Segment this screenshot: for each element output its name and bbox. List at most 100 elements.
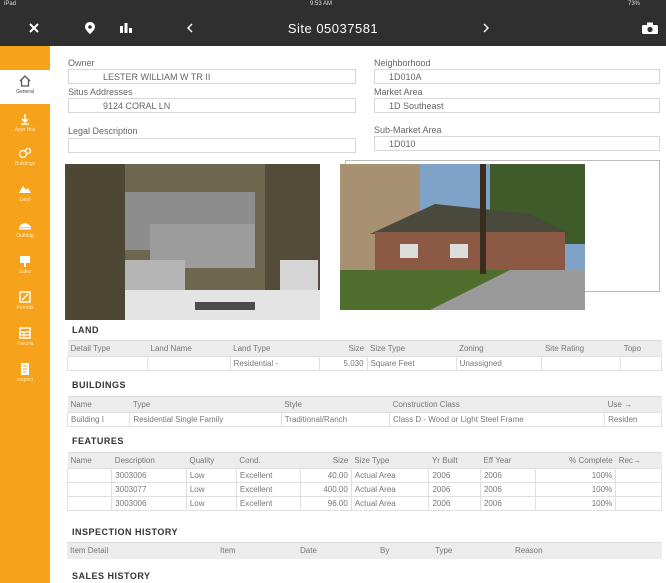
sales-icon: [20, 256, 30, 267]
map-pin-icon: [85, 22, 95, 34]
table-cell: 2006: [479, 468, 536, 483]
aerial-photo[interactable]: [65, 164, 320, 320]
column-header: % Complete: [535, 452, 616, 469]
neighborhood-field[interactable]: 1D010A: [374, 69, 660, 84]
appraisal-history-icon: [21, 114, 29, 125]
situs-address-field[interactable]: 9124 CORAL LN: [68, 98, 356, 113]
arrow-right-icon[interactable]: →: [624, 400, 632, 409]
sidebar: General Appr Hist Buildings Land Outbldg…: [0, 46, 50, 583]
column-header: Item Detail: [67, 542, 217, 559]
sub-market-area-label: Sub-Market Area: [374, 125, 442, 135]
column-header: Reason: [512, 542, 662, 559]
street-photo-image: [340, 164, 585, 310]
table-cell: 100%: [534, 482, 617, 497]
sidebar-item-label: Parcels: [16, 341, 34, 347]
table-cell: Low: [185, 496, 237, 511]
sidebar-item-label: Buildings: [14, 161, 36, 167]
close-button[interactable]: [24, 10, 44, 46]
sidebar-item-parcels[interactable]: Parcels: [0, 322, 50, 356]
sales-history-section-title: SALES HISTORY: [72, 571, 151, 581]
column-header: Item: [217, 542, 297, 559]
street-photo[interactable]: [340, 164, 585, 310]
column-header: Type: [129, 396, 282, 413]
permits-icon: [19, 291, 31, 303]
table-cell: [147, 356, 231, 371]
column-header: Use →: [604, 396, 662, 413]
buildings-section-title: BUILDINGS: [72, 380, 126, 390]
table-cell: Low: [185, 482, 237, 497]
column-header: Size: [319, 340, 368, 357]
column-header: Description: [111, 452, 187, 469]
table-row[interactable]: 3003006 Low Excellent 40.00 Actual Area …: [66, 468, 662, 483]
land-section-title: LAND: [72, 325, 99, 335]
stats-button[interactable]: [116, 10, 136, 46]
chevron-right-icon: [483, 23, 489, 33]
table-cell: 40.00: [299, 468, 352, 483]
table-header-row: Name Type Style Construction Class Use →: [67, 396, 662, 413]
table-cell: 100%: [534, 468, 617, 483]
status-carrier: iPad: [4, 1, 17, 7]
table-row[interactable]: Building I Residential Single Family Tra…: [66, 412, 662, 427]
column-header: Site Rating: [541, 340, 621, 357]
sidebar-item-label: Land: [19, 197, 31, 203]
camera-button[interactable]: [640, 10, 660, 46]
column-header: Land Name: [147, 340, 231, 357]
bar-chart-icon: [120, 23, 132, 33]
column-header: Land Type: [230, 340, 320, 357]
sidebar-item-general[interactable]: General: [0, 70, 50, 104]
table-row[interactable]: Residential - 5,030 Square Feet Unassign…: [66, 356, 662, 371]
table-cell: [620, 356, 662, 371]
situs-address-label: Situs Addresses: [68, 87, 133, 97]
table-cell: Excellent: [235, 468, 301, 483]
legal-description-field[interactable]: [68, 138, 356, 153]
table-cell: Residential Single Family: [129, 412, 282, 427]
previous-site-button[interactable]: [182, 10, 198, 46]
chevron-left-icon: [187, 23, 193, 33]
table-header-row: Name Description Quality Cond. Size Size…: [67, 452, 662, 469]
neighborhood-label: Neighborhood: [374, 58, 431, 68]
owner-label: Owner: [68, 58, 95, 68]
sidebar-item-appr-hist[interactable]: Appr Hist: [0, 108, 50, 142]
map-button[interactable]: [80, 10, 100, 46]
table-cell: 2006: [479, 496, 536, 511]
sidebar-item-land[interactable]: Land: [0, 178, 50, 212]
table-cell: Residential -: [229, 356, 321, 371]
table-cell: 2006: [479, 482, 536, 497]
table-cell: Actual Area: [350, 496, 430, 511]
sidebar-item-sales[interactable]: Sales: [0, 250, 50, 284]
sidebar-item-label: Appr Hist: [14, 127, 36, 133]
table-cell: 2006: [428, 468, 481, 483]
sidebar-item-permits[interactable]: Permits: [0, 286, 50, 320]
next-site-button[interactable]: [478, 10, 494, 46]
table-row[interactable]: 3003077 Low Excellent 400.00 Actual Area…: [66, 482, 662, 497]
table-cell: Building I: [66, 412, 131, 427]
table-cell: Excellent: [235, 496, 301, 511]
features-table: Name Description Quality Cond. Size Size…: [66, 452, 662, 511]
status-time: 9:53 AM: [310, 1, 333, 7]
owner-field[interactable]: LESTER WILLIAM W TR II: [68, 69, 356, 84]
column-header: Size: [300, 452, 352, 469]
table-row[interactable]: 3003006 Low Excellent 96.00 Actual Area …: [66, 496, 662, 511]
column-header: Detail Type: [67, 340, 148, 357]
buildings-icon: [18, 147, 32, 159]
column-header: Zoning: [456, 340, 542, 357]
column-header: Name: [67, 452, 112, 469]
table-cell: Square Feet: [366, 356, 457, 371]
column-header: Size Type: [351, 452, 429, 469]
sub-market-area-field[interactable]: 1D010: [374, 136, 660, 151]
arrow-right-icon[interactable]: →: [633, 456, 641, 465]
parcels-icon: [19, 327, 31, 339]
land-table: Detail Type Land Name Land Type Size Siz…: [66, 340, 662, 371]
sidebar-item-buildings[interactable]: Buildings: [0, 142, 50, 176]
column-header: Name: [67, 396, 130, 413]
status-bar: iPad 9:53 AM 73%: [0, 0, 666, 10]
column-header: Construction Class: [389, 396, 605, 413]
market-area-field[interactable]: 1D Southeast: [374, 98, 660, 113]
sidebar-item-label: Sales: [18, 269, 32, 275]
table-cell: [66, 468, 113, 483]
column-header: Topo: [620, 340, 662, 357]
table-cell: 400.00: [299, 482, 352, 497]
sidebar-item-inspect[interactable]: Inspect: [0, 358, 50, 392]
sidebar-item-outbldg[interactable]: Outbldg: [0, 214, 50, 248]
legal-description-label: Legal Description: [68, 126, 138, 136]
